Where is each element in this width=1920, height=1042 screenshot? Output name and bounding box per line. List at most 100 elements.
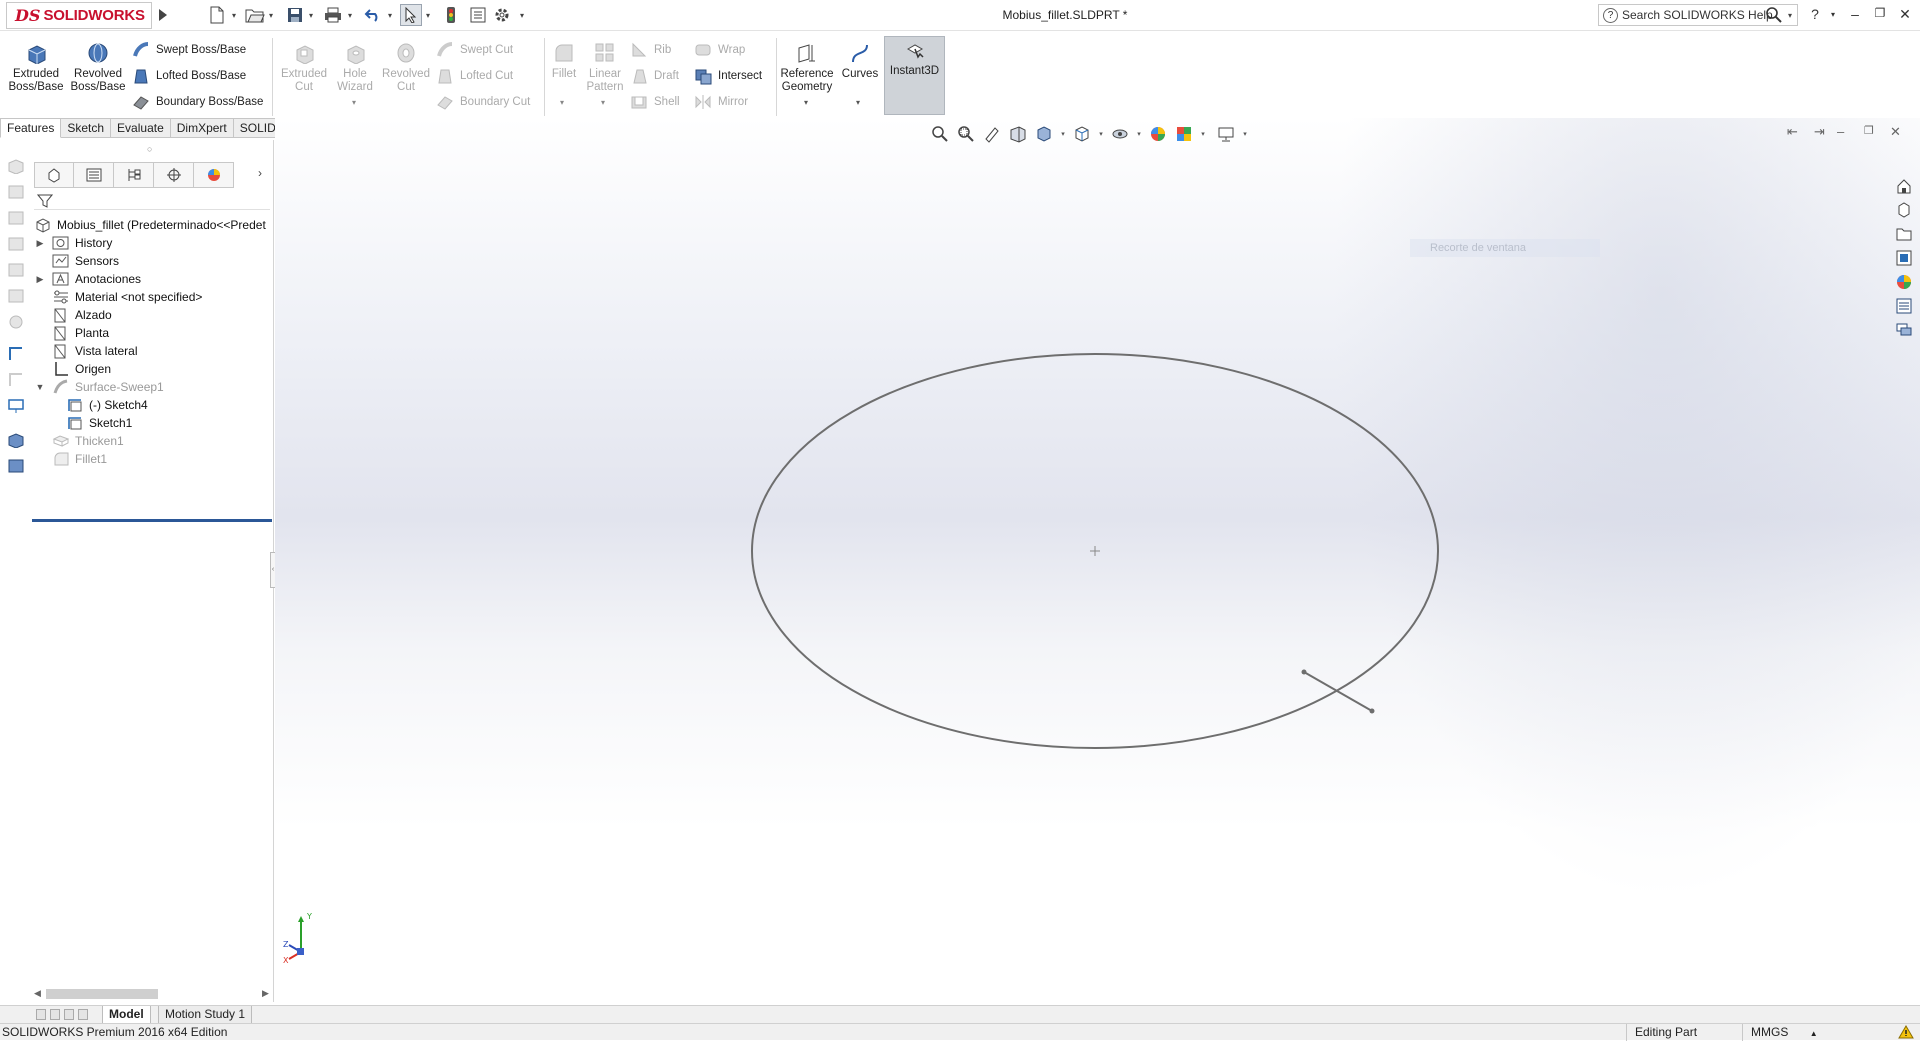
save-dropdown-caret-icon[interactable]: ▾: [307, 4, 315, 26]
new-dropdown-caret-icon[interactable]: ▾: [230, 4, 238, 26]
rollback-bar[interactable]: [32, 519, 272, 522]
sweep-shortcut-icon[interactable]: [7, 210, 25, 226]
curves-caret-icon[interactable]: ▾: [856, 98, 860, 107]
scroll-thumb[interactable]: [46, 989, 158, 999]
surface-sweep-icon: [53, 379, 68, 394]
fillet-shortcut-icon[interactable]: [7, 314, 25, 330]
cut-shortcut-icon[interactable]: [7, 288, 25, 304]
feature-manager-panel: ○ › Mobius_fillet (Predeterminado<<Prede…: [30, 140, 276, 1002]
divider: [544, 38, 545, 116]
save-icon[interactable]: [284, 4, 306, 26]
swept-boss-button[interactable]: Swept Boss/Base: [132, 39, 246, 61]
assembly-shortcut-icon[interactable]: [7, 458, 25, 474]
expand-menu-arrow-icon[interactable]: [156, 4, 170, 26]
panel-expand-arrow-icon[interactable]: ›: [258, 166, 262, 180]
options-dropdown-caret-icon[interactable]: ▾: [518, 4, 526, 26]
open-folder-icon[interactable]: [244, 4, 266, 26]
reference-geometry-caret-icon[interactable]: ▾: [804, 98, 808, 107]
dimxpertmanager-tab-icon[interactable]: [154, 162, 194, 188]
plane-icon: [54, 326, 66, 341]
boundary-shortcut-icon[interactable]: [7, 262, 25, 278]
next-tab-arrow-icon[interactable]: [64, 1009, 74, 1020]
sketch-shortcut-icon[interactable]: [7, 346, 25, 362]
filter-funnel-icon[interactable]: [37, 193, 53, 209]
loft-shortcut-icon[interactable]: [7, 236, 25, 252]
collapse-arrow-icon[interactable]: ▼: [34, 382, 46, 392]
line-endpoint[interactable]: [1301, 669, 1307, 675]
options-gear-icon[interactable]: [492, 4, 512, 26]
help-question-mark-icon[interactable]: ?: [1806, 6, 1824, 22]
tab-motion-study-1[interactable]: Motion Study 1: [158, 1006, 253, 1024]
revolved-boss-button[interactable]: Revolved Boss/Base: [68, 38, 128, 110]
linear-pattern-caret-icon[interactable]: ▾: [601, 98, 605, 107]
sweep-path-line[interactable]: [1303, 671, 1373, 712]
hole-wizard-caret-icon[interactable]: ▾: [352, 98, 356, 107]
instant3d-button[interactable]: Instant3D: [884, 36, 945, 115]
swept-cut-button[interactable]: Swept Cut: [436, 39, 513, 61]
tree-item-fillet1[interactable]: Fillet1: [34, 448, 107, 470]
print-icon[interactable]: [322, 4, 344, 26]
expand-arrow-icon[interactable]: ▶: [34, 274, 46, 285]
open-dropdown-caret-icon[interactable]: ▾: [267, 4, 275, 26]
select-dropdown-caret-icon[interactable]: ▾: [424, 4, 432, 26]
undo-dropdown-caret-icon[interactable]: ▾: [386, 4, 394, 26]
wrap-button[interactable]: Wrap: [694, 39, 745, 61]
help-dropdown-caret-icon[interactable]: ▾: [1824, 10, 1842, 19]
new-document-icon[interactable]: [206, 4, 228, 26]
extrude-shortcut-icon[interactable]: [7, 158, 25, 174]
part-shortcut-icon[interactable]: [7, 432, 25, 448]
featuremanager-tab-icon[interactable]: [34, 162, 74, 188]
search-icon[interactable]: [1764, 4, 1784, 26]
extruded-boss-button[interactable]: Extruded Boss/Base: [6, 38, 66, 110]
intersect-button[interactable]: Intersect: [694, 65, 762, 87]
revolve-shortcut-icon[interactable]: [7, 184, 25, 200]
shell-button[interactable]: Shell: [630, 91, 680, 113]
displaymanager-tab-icon[interactable]: [194, 162, 234, 188]
propertymanager-tab-icon[interactable]: [74, 162, 114, 188]
graphics-area[interactable]: ▾ ▾ ▾ ▾ ▾ ⇤ ⇥ – ❐ ✕ Recorte de ventana Y…: [275, 118, 1920, 1006]
rebuild-status-icon[interactable]: [1898, 1025, 1914, 1039]
expand-arrow-icon[interactable]: ▶: [34, 238, 46, 249]
fillet-caret-icon[interactable]: ▾: [560, 98, 564, 107]
close-icon[interactable]: ✕: [1896, 6, 1914, 23]
sketch3d-shortcut-icon[interactable]: [7, 372, 25, 388]
fillet-label: Fillet: [551, 68, 577, 80]
boundary-boss-button[interactable]: Boundary Boss/Base: [132, 91, 263, 113]
draft-button[interactable]: Draft: [630, 65, 679, 87]
scroll-left-arrow-icon[interactable]: ◀: [34, 988, 41, 999]
tab-dimxpert[interactable]: DimXpert: [170, 118, 234, 138]
status-units-button[interactable]: MMGS ▲: [1742, 1024, 1862, 1041]
restore-icon[interactable]: ❐: [1871, 6, 1889, 20]
solidworks-logo[interactable]: DS SOLIDWORKS: [6, 2, 152, 29]
first-tab-arrow-icon[interactable]: [36, 1009, 46, 1020]
line-endpoint[interactable]: [1369, 708, 1375, 714]
select-pointer-icon[interactable]: [400, 4, 422, 26]
boundary-cut-button[interactable]: Boundary Cut: [436, 91, 530, 113]
display-shortcut-icon[interactable]: [7, 398, 25, 414]
rebuild-traffic-light-icon[interactable]: [442, 4, 460, 26]
revolved-boss-label: Revolved Boss/Base: [70, 68, 126, 93]
last-tab-arrow-icon[interactable]: [78, 1009, 88, 1020]
lofted-cut-button[interactable]: Lofted Cut: [436, 65, 513, 87]
tab-evaluate[interactable]: Evaluate: [111, 118, 171, 138]
plane-icon: [54, 308, 66, 323]
tree-filter-bar[interactable]: [34, 190, 270, 210]
tab-sketch[interactable]: Sketch: [61, 118, 112, 138]
print-dropdown-caret-icon[interactable]: ▾: [346, 4, 354, 26]
undo-icon[interactable]: [362, 4, 384, 26]
rib-button[interactable]: Rib: [630, 39, 671, 61]
app-brand-name: SOLIDWORKS: [43, 7, 145, 24]
search-dropdown-caret-icon[interactable]: ▾: [1786, 4, 1794, 26]
panel-grip-icon[interactable]: ○: [147, 144, 152, 154]
revolved-cut-button[interactable]: Revolved Cut: [376, 38, 436, 110]
mirror-button[interactable]: Mirror: [694, 91, 748, 113]
tab-features[interactable]: Features: [0, 118, 62, 138]
prev-tab-arrow-icon[interactable]: [50, 1009, 60, 1020]
file-properties-icon[interactable]: [468, 4, 488, 26]
tree-horizontal-scrollbar[interactable]: ◀ ▶: [30, 986, 274, 1002]
configurationmanager-tab-icon[interactable]: [114, 162, 154, 188]
scroll-right-arrow-icon[interactable]: ▶: [262, 988, 269, 999]
lofted-boss-button[interactable]: Lofted Boss/Base: [132, 65, 246, 87]
tab-model[interactable]: Model: [102, 1006, 151, 1024]
minimize-icon[interactable]: –: [1846, 6, 1864, 22]
